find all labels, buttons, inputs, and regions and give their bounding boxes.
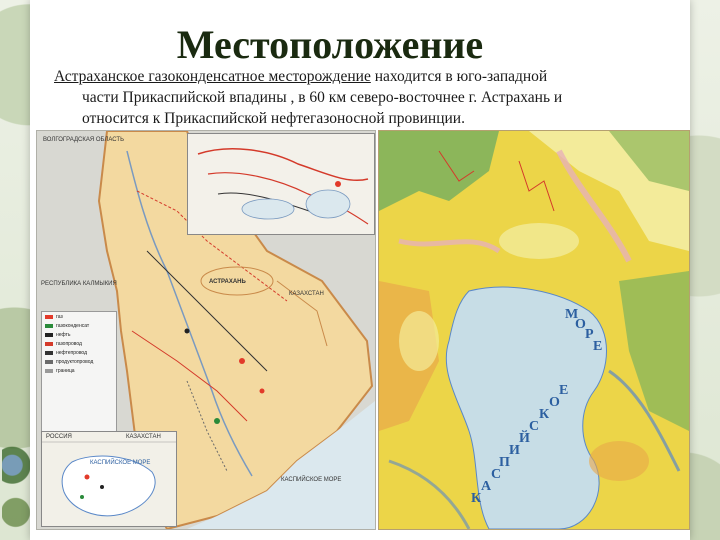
label-kalmykia: РЕСПУБЛИКА КАЛМЫКИЯ [41, 281, 117, 287]
legend-swatch [45, 368, 53, 373]
description-line-2: части Прикаспийской впадины , в 60 км се… [82, 89, 563, 106]
label-volgograd: ВОЛГОГРАДСКАЯ ОБЛАСТЬ [43, 137, 125, 143]
sea-label-letter: Е [593, 339, 603, 354]
label-kazakhstan: КАЗАХСТАН [289, 291, 324, 297]
sea-label-letter: Е [559, 383, 569, 398]
sea-label-letter: А [481, 479, 492, 494]
description-line-1: Астраханское газоконденсатное месторожде… [54, 66, 670, 87]
page-title: Местоположение [176, 22, 484, 67]
legend-swatch [45, 323, 53, 328]
legend-item: газоконденсат [42, 321, 116, 330]
geological-map-svg [379, 131, 689, 529]
description-line-3: относится к Прикаспийской нефтегазоносно… [82, 110, 465, 127]
legend-item: газопровод [42, 339, 116, 348]
sea-label-letter: С [529, 419, 540, 434]
overview-inset-svg [188, 134, 374, 234]
legend-item: нефть [42, 330, 116, 339]
legend-item: граница [42, 366, 116, 375]
label-astrakhan: АСТРАХАНЬ [209, 279, 246, 285]
label-russia: РОССИЯ [46, 434, 72, 440]
label-caspian-inset: КАСПИЙСКОЕ МОРЕ [90, 460, 151, 466]
legend-swatch [45, 332, 53, 337]
kazakhstan-inset-map: РОССИЯ КАЗАХСТАН КАСПИЙСКОЕ МОРЕ [41, 431, 177, 527]
label-caspian: КАСПИЙСКОЕ МОРЕ [281, 477, 342, 483]
field-name-link: Астраханское газоконденсатное месторожде… [54, 68, 371, 85]
sea-label-letter: К [471, 491, 482, 506]
legend-item: нефтепровод [42, 348, 116, 357]
sea-label-letter: К [539, 407, 550, 422]
legend-swatch [45, 341, 53, 346]
geological-map: М О Р Е К А С П И Й С К О Е [378, 130, 690, 530]
kazakhstan-inset-svg [42, 432, 176, 526]
label-kazakhstan-inset: КАЗАХСТАН [126, 434, 161, 440]
legend-swatch [45, 314, 53, 319]
legend-item: газ [42, 312, 116, 321]
overview-inset-map [187, 133, 375, 235]
description: Астраханское газоконденсатное месторожде… [54, 66, 670, 129]
legend-item: продуктопровод [42, 357, 116, 366]
description-line-1-rest: находится в юго-западной [374, 68, 548, 85]
astrakhan-region-map: ВОЛГОГРАДСКАЯ ОБЛАСТЬ РЕСПУБЛИКА КАЛМЫКИ… [36, 130, 376, 530]
legend-swatch [45, 350, 53, 355]
legend-swatch [45, 359, 53, 364]
map-legend: газ газоконденсат нефть газопровод нефте… [41, 311, 117, 441]
